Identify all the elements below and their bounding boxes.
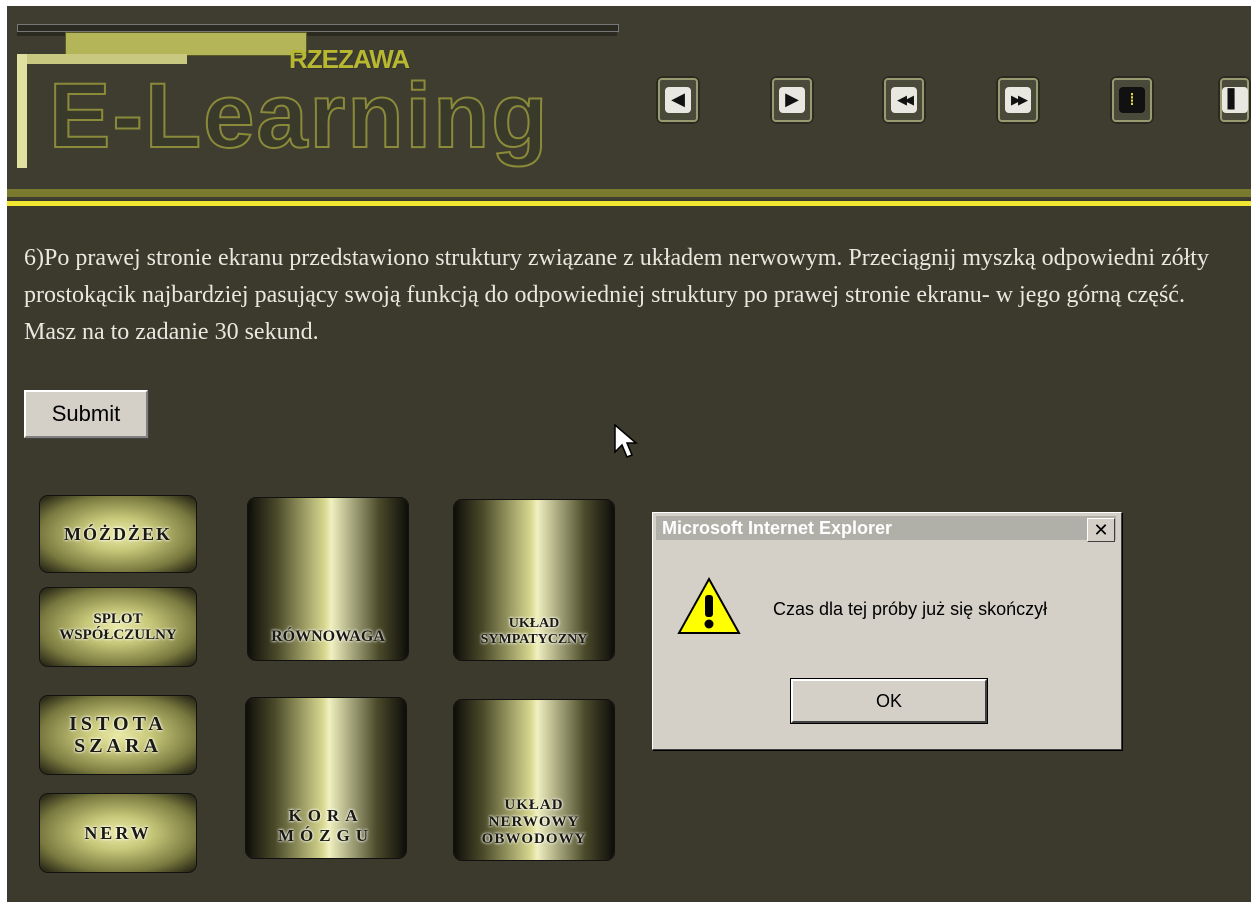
mouse-cursor-icon <box>614 423 640 467</box>
nav-fast-forward-button[interactable]: ▶▶ <box>996 76 1040 124</box>
target-uklad-nerwowy-obwodowy[interactable]: UKŁAD NERWOWY OBWODOWY <box>454 700 614 860</box>
nav-rewind-button[interactable]: ◀◀ <box>882 76 926 124</box>
nav-prev-button[interactable]: ◀ <box>656 76 700 124</box>
tile-label: ISTOTA SZARA <box>69 713 167 757</box>
tile-label: SPLOT WSPÓŁCZULNY <box>59 611 177 643</box>
window-frame-left <box>0 0 7 902</box>
logo-vertical-bar <box>17 54 27 168</box>
e-learning-logo: E-Learning RZEZAWA <box>7 18 619 178</box>
tile-label: NERW <box>84 822 152 843</box>
logo-brand: RZEZAWA <box>289 44 410 74</box>
nav-menu-button[interactable]: ⁞ <box>1110 76 1154 124</box>
warning-icon <box>675 575 743 642</box>
tile-label: UKŁAD SYMPATYCZNY <box>480 616 588 647</box>
logo-bar <box>17 24 619 32</box>
tile-label: UKŁAD NERWOWY OBWODOWY <box>481 797 587 847</box>
prev-icon: ◀ <box>665 87 691 113</box>
menu-grid-icon: ⁞ <box>1119 87 1145 113</box>
tile-label: RÓWNOWAGA <box>271 628 385 645</box>
tile-mozdzek[interactable]: MÓŻDŻEK <box>40 496 196 572</box>
alert-dialog: Microsoft Internet Explorer ✕ Czas dla t… <box>652 512 1122 750</box>
tile-label: KORA MÓZGU <box>277 806 375 845</box>
target-kora-mozgu[interactable]: KORA MÓZGU <box>246 698 406 858</box>
next-icon: ▶ <box>779 87 805 113</box>
end-icon: ▌ <box>1221 87 1248 113</box>
header-divider-gap <box>7 197 1251 199</box>
close-icon[interactable]: ✕ <box>1087 518 1115 542</box>
tile-splot-wspolczulny[interactable]: SPLOT WSPÓŁCZULNY <box>40 588 196 666</box>
logo-bar <box>17 54 187 64</box>
target-rownowaga[interactable]: RÓWNOWAGA <box>248 498 408 660</box>
logo-title: E-Learning <box>48 65 550 167</box>
question-text: 6)Po prawej stronie ekranu przedstawiono… <box>24 245 1209 345</box>
submit-button[interactable]: Submit <box>24 390 148 438</box>
dialog-title: Microsoft Internet Explorer <box>656 516 1116 540</box>
dialog-message: Czas dla tej próby już się skończył <box>773 599 1048 619</box>
ok-button[interactable]: OK <box>791 679 987 723</box>
tile-nerw[interactable]: NERW <box>40 794 196 872</box>
nav-end-button[interactable]: ▌ <box>1218 76 1251 124</box>
tile-label: MÓŻDŻEK <box>63 523 172 544</box>
rewind-icon: ◀◀ <box>891 87 917 113</box>
logo-bar <box>65 32 307 56</box>
tile-istota-szara[interactable]: ISTOTA SZARA <box>40 696 196 774</box>
header-divider <box>7 189 1251 197</box>
nav-next-button[interactable]: ▶ <box>770 76 814 124</box>
header-yellow-line <box>7 201 1251 206</box>
target-uklad-sympatyczny[interactable]: UKŁAD SYMPATYCZNY <box>454 500 614 660</box>
fast-forward-icon: ▶▶ <box>1005 87 1031 113</box>
